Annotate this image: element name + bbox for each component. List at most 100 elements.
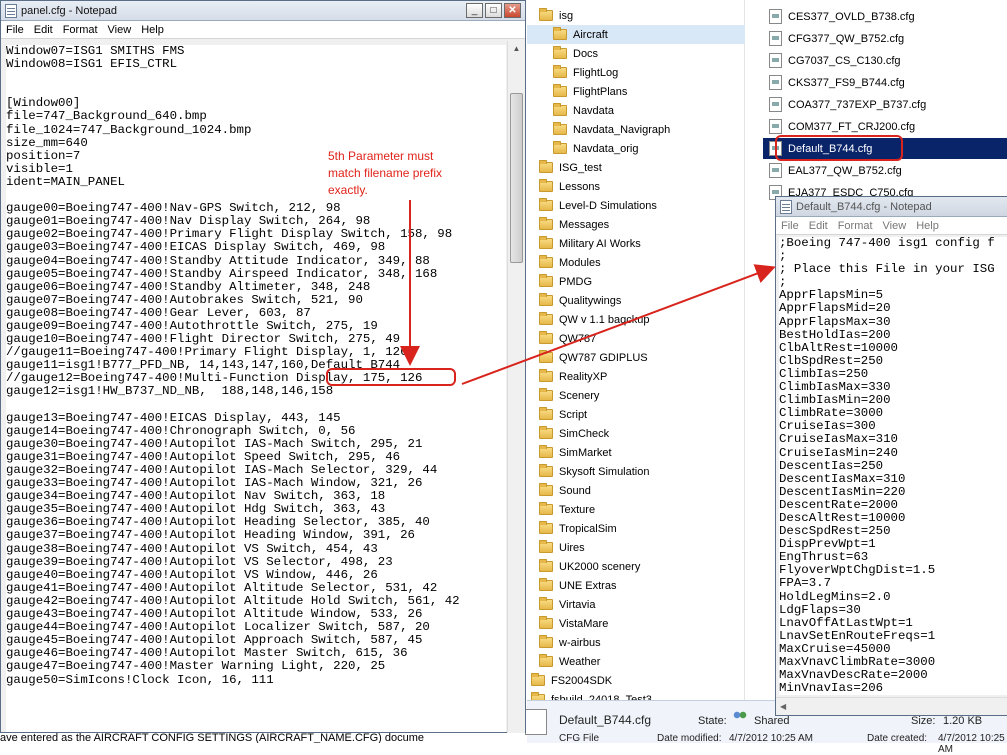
folder-label: QW787 GDIPLUS [559,351,648,364]
folder-icon [539,274,553,287]
scroll-up-arrow[interactable]: ▲ [508,41,525,57]
text-line: ApprFlapsMax=30 [779,314,891,329]
menu-item-help[interactable]: Help [136,24,169,36]
folder-item[interactable]: RealityXP [527,367,745,386]
menu-item-view[interactable]: View [103,24,137,36]
cfg-file-icon [769,119,782,134]
panel-cfg-window: panel.cfg - Notepad _ □ ✕ File Edit Format… [0,0,526,733]
text-line: file=747_Background_640.bmp [6,109,207,124]
folder-label: isg [559,9,574,22]
folder-label: PMDG [559,275,592,288]
folder-item[interactable]: QW v 1.1 baqckup [527,310,745,329]
minimize-button[interactable]: _ [466,3,483,18]
folder-icon [539,502,553,515]
folder-label: UNE Extras [559,579,617,592]
folder-item[interactable]: Qualitywings [527,291,745,310]
folder-label: FlightPlans [573,85,628,98]
cfg-file-icon [769,53,782,68]
folder-item[interactable]: PMDG [527,272,745,291]
folder-item[interactable]: Texture [527,500,745,519]
folder-item[interactable]: VistaMare [527,614,745,633]
folder-label: SimCheck [559,427,610,440]
folder-item[interactable]: Sound [527,481,745,500]
folder-item[interactable]: Navdata_Navigraph [527,120,745,139]
default-cfg-text-area[interactable]: ;Boeing 747-400 isg1 config f;; Place th… [779,237,1007,695]
folder-item[interactable]: QW787 [527,329,745,348]
folder-item[interactable]: FlightPlans [527,82,745,101]
folder-icon [531,673,545,686]
window-title: panel.cfg - Notepad [21,4,118,17]
folder-item[interactable]: FlightLog [527,63,745,82]
folder-icon [539,293,553,306]
folder-item[interactable]: TropicalSim [527,519,745,538]
default-cfg-titlebar[interactable]: Default_B744.cfg - Notepad [776,197,1007,217]
folder-icon [539,597,553,610]
folder-item[interactable]: ISG_test [527,158,745,177]
text-line: LnavOffAtLastWpt=1 [779,615,913,630]
file-label: COM377_FT_CRJ200.cfg [788,120,916,133]
folder-item[interactable]: Navdata_orig [527,139,745,158]
folder-item[interactable]: Weather [527,652,745,671]
file-item[interactable]: COM377_FT_CRJ200.cfg [763,116,1007,137]
folder-item[interactable]: UK2000 scenery [527,557,745,576]
folder-icon [553,122,567,135]
menu-item-file[interactable]: File [776,220,804,232]
file-item[interactable]: CKS377_FS9_B744.cfg [763,72,1007,93]
folder-item[interactable]: QW787 GDIPLUS [527,348,745,367]
folder-item[interactable]: Messages [527,215,745,234]
text-line: file_1024=747_Background_1024.bmp [6,122,252,137]
folder-label: Navdata_Navigraph [573,123,671,136]
vertical-scrollbar[interactable]: ▲ [507,41,525,733]
folder-item[interactable]: Script [527,405,745,424]
folder-item[interactable]: Skysoft Simulation [527,462,745,481]
text-line: FPA=3.7 [779,576,832,591]
menu-item-format[interactable]: Format [833,220,878,232]
folder-item[interactable]: w-airbus [527,633,745,652]
file-item[interactable]: EAL377_QW_B752.cfg [763,160,1007,181]
folder-item[interactable]: FS2004SDK [527,671,745,690]
menu-item-view[interactable]: View [878,220,912,232]
menu-item-file[interactable]: File [1,24,29,36]
folder-item[interactable]: UNE Extras [527,576,745,595]
file-type-icon [525,709,547,735]
horizontal-scrollbar[interactable]: ◀ [776,697,1007,715]
folder-label: Lessons [559,180,600,193]
file-item[interactable]: CG7037_CS_C130.cfg [763,50,1007,71]
folder-item[interactable]: SimCheck [527,424,745,443]
folder-icon [553,46,567,59]
text-line: gauge41=Boeing747-400!Autopilot Altitude… [6,580,438,595]
folder-label: Sound [559,484,591,497]
folder-item[interactable]: Navdata [527,101,745,120]
file-item[interactable]: COA377_737EXP_B737.cfg [763,94,1007,115]
file-item[interactable]: CES377_OVLD_B738.cfg [763,6,1007,27]
folder-item[interactable]: Level-D Simulations [527,196,745,215]
details-created-label: Date created: [867,733,928,744]
menu-item-format[interactable]: Format [58,24,103,36]
folder-item[interactable]: isg [527,6,745,25]
folder-item[interactable]: Aircraft [527,25,745,44]
folder-item[interactable]: Lessons [527,177,745,196]
panel-cfg-titlebar[interactable]: panel.cfg - Notepad _ □ ✕ [1,1,525,21]
folder-icon [539,179,553,192]
text-line: DescentIasMax=310 [779,471,906,486]
folder-item[interactable]: Scenery [527,386,745,405]
menu-item-edit[interactable]: Edit [29,24,58,36]
maximize-button[interactable]: □ [485,3,502,18]
folder-item[interactable]: Modules [527,253,745,272]
menu-item-help[interactable]: Help [911,220,944,232]
details-modified-value: 4/7/2012 10:25 AM [729,733,813,744]
folder-item[interactable]: SimMarket [527,443,745,462]
text-line: ;Boeing 747-400 isg1 config f [779,237,995,250]
folder-item[interactable]: Uires [527,538,745,557]
close-button[interactable]: ✕ [504,3,521,18]
folder-label: Military AI Works [559,237,641,250]
text-line: BestHoldIas=200 [779,327,891,342]
folder-item[interactable]: Docs [527,44,745,63]
folder-item[interactable]: Virtavia [527,595,745,614]
scroll-thumb[interactable] [510,93,523,263]
folder-icon [539,654,553,667]
folder-icon [539,635,553,648]
folder-item[interactable]: Military AI Works [527,234,745,253]
file-item[interactable]: CFG377_QW_B752.cfg [763,28,1007,49]
menu-item-edit[interactable]: Edit [804,220,833,232]
